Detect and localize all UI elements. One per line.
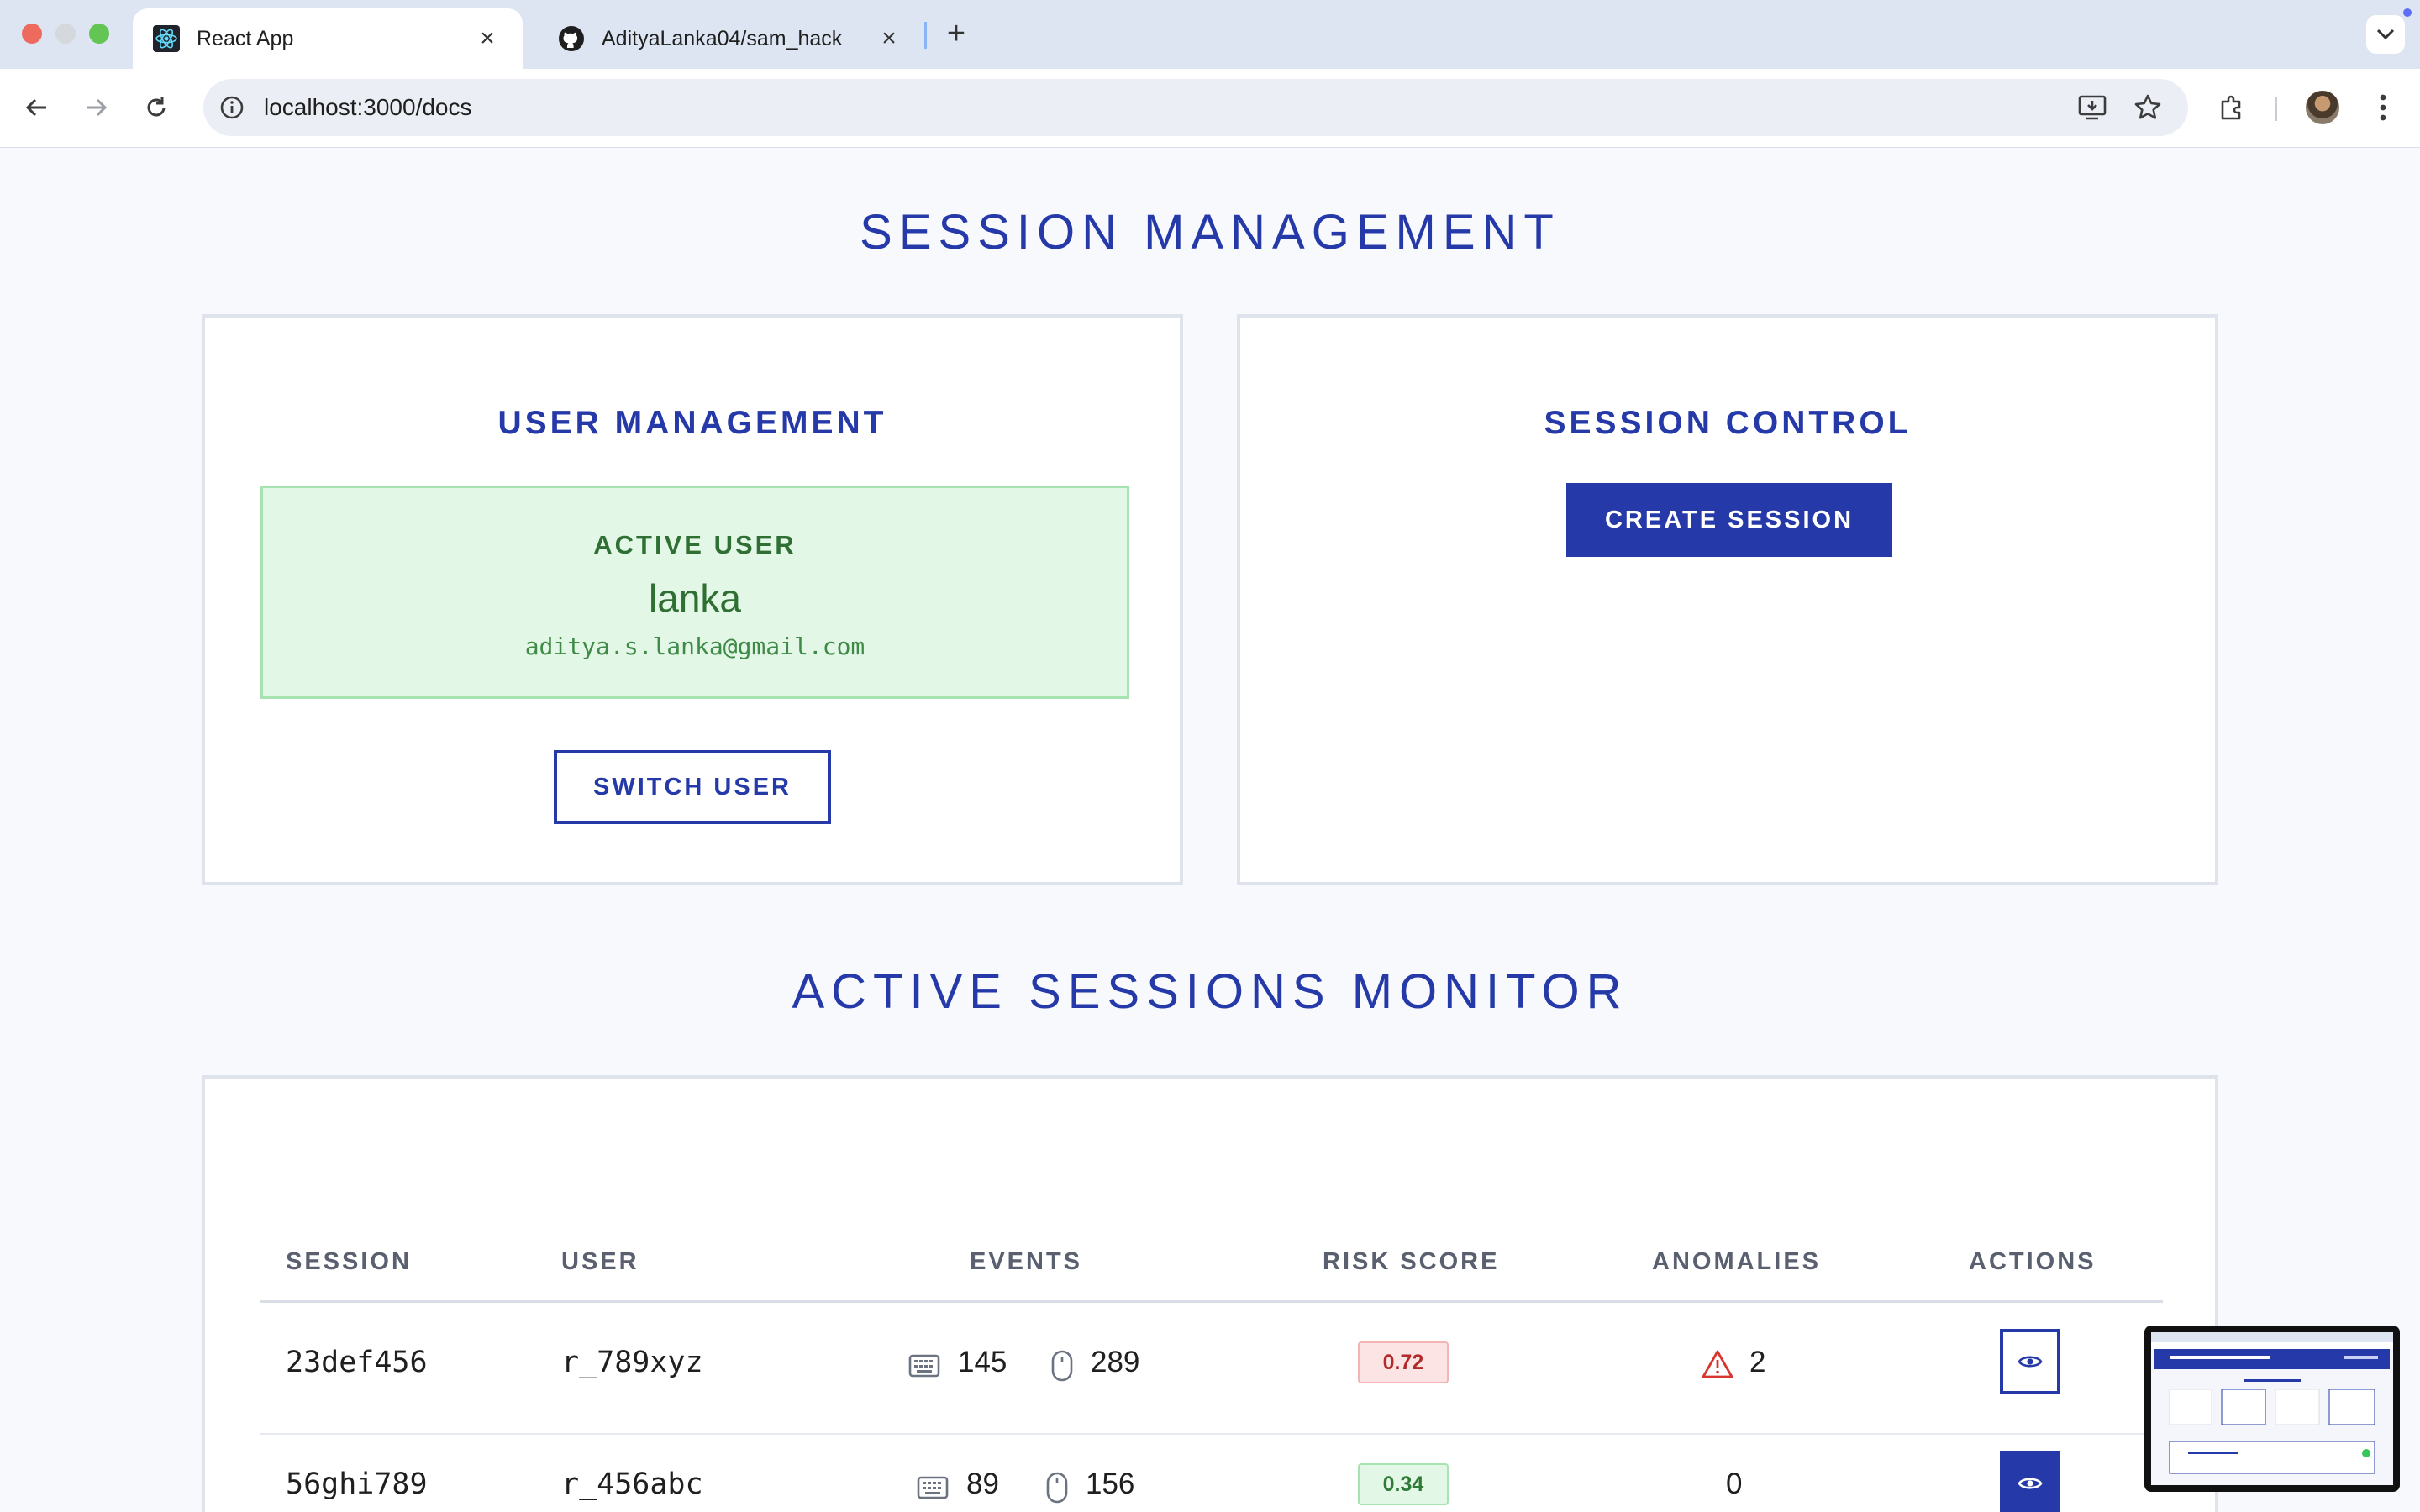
session-control-card: SESSION CONTROL CREATE SESSION: [1237, 314, 2218, 885]
site-info-icon[interactable]: [215, 91, 249, 124]
risk-score-badge: 0.34: [1358, 1463, 1449, 1505]
create-session-button[interactable]: CREATE SESSION: [1566, 483, 1892, 557]
arrow-left-icon: [25, 98, 46, 117]
column-header-risk-score: RISK SCORE: [1323, 1248, 1500, 1275]
keyboard-event-count: 145: [958, 1346, 1007, 1378]
close-tab-icon[interactable]: ×: [874, 24, 904, 53]
table-header-divider: [260, 1300, 2163, 1303]
eye-icon: [2018, 1478, 2043, 1489]
anomaly-count: 2: [1749, 1346, 1766, 1378]
column-header-anomalies: ANOMALIES: [1652, 1248, 1821, 1275]
user-id: r_456abc: [561, 1467, 703, 1501]
browser-toolbar: localhost:3000/docs: [0, 69, 2420, 148]
tab-title: AdityaLanka04/sam_hack: [602, 26, 843, 50]
keyboard-icon: [908, 1349, 941, 1383]
reload-icon: [147, 97, 166, 117]
warning-icon: [1701, 1347, 1734, 1381]
tab-github[interactable]: AdityaLanka04/sam_hack ×: [538, 8, 924, 69]
active-user-label: ACTIVE USER: [593, 530, 797, 559]
active-user-email: aditya.s.lanka@gmail.com: [524, 633, 865, 660]
keyboard-icon: [916, 1471, 950, 1504]
thumbnail-image: [2151, 1332, 2393, 1485]
mouse-icon: [1040, 1471, 1074, 1504]
view-session-button[interactable]: [2000, 1451, 2060, 1512]
minimize-window-button[interactable]: [55, 24, 76, 44]
tab-separator: [924, 22, 927, 49]
install-app-icon[interactable]: [2075, 91, 2109, 124]
column-header-actions: ACTIONS: [1969, 1248, 2096, 1275]
session-id: 56ghi789: [286, 1467, 428, 1501]
page-content: SESSION MANAGEMENT USER MANAGEMENT ACTIV…: [0, 149, 2420, 1512]
profile-avatar[interactable]: [2304, 89, 2341, 126]
eye-icon: [2018, 1356, 2043, 1368]
browser-tab-strip: React App × AdityaLanka04/sam_hack × +: [0, 0, 2420, 69]
view-session-button[interactable]: [2000, 1329, 2060, 1394]
back-button[interactable]: [15, 86, 59, 129]
row-divider: [260, 1433, 2163, 1435]
user-management-title: USER MANAGEMENT: [497, 405, 887, 441]
address-bar[interactable]: localhost:3000/docs: [203, 79, 2188, 136]
sessions-table-card: SESSION USER EVENTS RISK SCORE ANOMALIES…: [202, 1075, 2218, 1512]
react-icon: [153, 25, 180, 52]
screen-preview-thumbnail[interactable]: [2144, 1326, 2400, 1492]
close-window-button[interactable]: [22, 24, 42, 44]
mouse-event-count: 289: [1091, 1346, 1140, 1378]
new-tab-button[interactable]: +: [939, 13, 973, 54]
tab-search-button[interactable]: [2366, 15, 2405, 54]
switch-user-button[interactable]: SWITCH USER: [554, 750, 831, 824]
arrow-right-icon: [87, 98, 108, 117]
forward-button[interactable]: [74, 86, 118, 129]
column-header-user: USER: [561, 1248, 639, 1275]
browser-menu-icon[interactable]: [2361, 86, 2405, 129]
close-tab-icon[interactable]: ×: [472, 24, 502, 53]
anomaly-count: 0: [1726, 1467, 1743, 1500]
mouse-icon: [1045, 1349, 1079, 1383]
risk-score-badge: 0.72: [1358, 1341, 1449, 1383]
github-icon: [558, 25, 585, 52]
session-id: 23def456: [286, 1346, 428, 1379]
column-header-session: SESSION: [286, 1248, 412, 1275]
page-title: SESSION MANAGEMENT: [860, 205, 1560, 260]
reload-button[interactable]: [134, 86, 178, 129]
monitor-title: ACTIVE SESSIONS MONITOR: [792, 964, 1628, 1019]
active-user-name: lanka: [649, 576, 741, 620]
extensions-icon[interactable]: [2210, 86, 2254, 129]
bookmark-star-icon[interactable]: [2131, 91, 2165, 124]
maximize-window-button[interactable]: [89, 24, 109, 44]
user-id: r_789xyz: [561, 1346, 703, 1379]
notification-dot: [2403, 8, 2412, 17]
mouse-event-count: 156: [1086, 1467, 1135, 1500]
tab-react-app[interactable]: React App ×: [133, 8, 523, 69]
url-text: localhost:3000/docs: [264, 94, 472, 120]
column-header-events: EVENTS: [970, 1248, 1083, 1275]
user-management-card: USER MANAGEMENT ACTIVE USER lanka aditya…: [202, 314, 1183, 885]
active-user-panel: ACTIVE USER lanka aditya.s.lanka@gmail.c…: [260, 486, 1129, 699]
chevron-down-icon: [2376, 29, 2395, 40]
tab-title: React App: [197, 26, 294, 50]
keyboard-event-count: 89: [966, 1467, 999, 1500]
session-control-title: SESSION CONTROL: [1544, 405, 1912, 441]
toolbar-divider: [2275, 97, 2277, 121]
